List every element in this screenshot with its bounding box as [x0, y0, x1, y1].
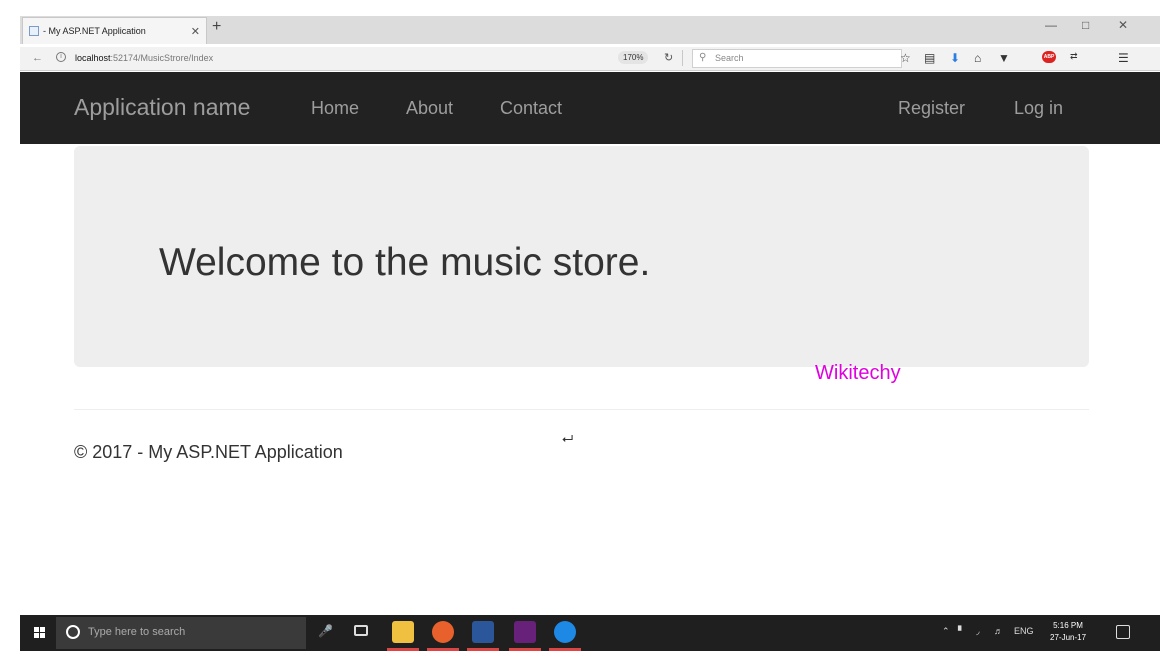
notification-center-icon[interactable] — [1116, 625, 1130, 639]
footer-copyright: © 2017 - My ASP.NET Application — [74, 442, 343, 462]
tab-close-icon[interactable]: ✕ — [191, 25, 200, 38]
browser-tab[interactable]: - My ASP.NET Application ✕ — [22, 17, 207, 44]
taskbar-search-placeholder: Type here to search — [88, 626, 186, 638]
tab-title: - My ASP.NET Application — [43, 26, 146, 36]
jumbotron: Welcome to the music store. — [74, 146, 1089, 367]
reload-icon[interactable]: ↻ — [664, 51, 673, 64]
word-icon[interactable] — [472, 621, 494, 643]
mouse-cursor-icon: ⮠ — [562, 430, 574, 446]
back-arrow-icon[interactable]: ← — [32, 52, 43, 64]
new-tab-button[interactable]: + — [212, 18, 221, 36]
browser-toolbar: ← i localhost:52174/MusicStrore/Index 17… — [20, 47, 1160, 71]
nav-home-link[interactable]: Home — [311, 98, 359, 119]
footer-divider — [74, 409, 1089, 410]
download-icon[interactable]: ⬇ — [950, 51, 960, 65]
microphone-icon[interactable]: 🎤 — [318, 624, 333, 638]
home-icon[interactable]: ⌂ — [974, 51, 981, 65]
visual-studio-icon[interactable] — [514, 621, 536, 643]
task-view-icon[interactable] — [354, 625, 368, 636]
windows-start-icon[interactable] — [34, 627, 46, 639]
toolbar-separator — [682, 50, 683, 66]
clipboard-icon[interactable]: ▤ — [924, 51, 935, 65]
visual-studio-active-indicator — [509, 648, 541, 651]
watermark-text: Wikitechy — [815, 362, 901, 384]
app-circle-icon[interactable] — [554, 621, 576, 643]
menu-hamburger-icon[interactable]: ☰ — [1118, 51, 1129, 65]
minimize-icon[interactable]: — — [1045, 18, 1057, 32]
taskbar-search-input[interactable]: Type here to search — [56, 617, 306, 649]
taskbar-clock[interactable]: 5:16 PM 27-Jun-17 — [1050, 620, 1086, 644]
language-indicator[interactable]: ENG — [1014, 626, 1034, 636]
firefox-active-indicator — [427, 648, 459, 651]
brand-link[interactable]: Application name — [74, 94, 250, 121]
file-explorer-active-indicator — [387, 648, 419, 651]
browser-search-input[interactable]: ⚲ Search — [692, 49, 902, 68]
clock-time: 5:16 PM — [1053, 621, 1083, 630]
extension-icon[interactable]: ⇄ — [1070, 51, 1078, 62]
tray-chevron-icon[interactable]: ⌃ — [942, 626, 950, 637]
register-link[interactable]: Register — [898, 98, 965, 119]
browser-search-placeholder: Search — [715, 53, 744, 63]
zoom-level-badge[interactable]: 170% — [618, 51, 649, 64]
network-icon[interactable]: ▘ — [958, 626, 965, 637]
page-favicon-icon — [29, 26, 39, 36]
file-explorer-icon[interactable] — [392, 621, 414, 643]
nav-about-link[interactable]: About — [406, 98, 453, 119]
volume-icon[interactable]: ♬ — [994, 626, 1003, 636]
adblock-icon[interactable]: ABP — [1042, 51, 1056, 63]
welcome-heading: Welcome to the music store. — [159, 241, 651, 284]
app-circle-active-indicator — [549, 648, 581, 651]
wifi-icon[interactable]: ◞ — [976, 626, 980, 637]
cortana-circle-icon — [66, 625, 80, 639]
window-close-icon[interactable]: ✕ — [1118, 18, 1128, 32]
nav-contact-link[interactable]: Contact — [500, 98, 562, 119]
maximize-icon[interactable]: □ — [1082, 18, 1089, 32]
clock-date: 27-Jun-17 — [1050, 633, 1087, 642]
app-navbar: Application name Home About Contact Regi… — [20, 72, 1160, 144]
windows-taskbar: Type here to search 🎤 ⌃ ▘ ◞ ♬ ENG 5:16 P… — [20, 615, 1160, 651]
screen: - My ASP.NET Application ✕ + — □ ✕ ← i l… — [0, 0, 1160, 660]
word-active-indicator — [467, 648, 499, 651]
search-icon: ⚲ — [699, 52, 707, 63]
browser-tab-strip: - My ASP.NET Application ✕ + — □ ✕ — [0, 0, 1160, 47]
url-host: localhost — [75, 53, 111, 63]
url-path: :52174/MusicStrore/Index — [110, 53, 214, 63]
login-link[interactable]: Log in — [1014, 98, 1063, 119]
pocket-icon[interactable]: ▼ — [998, 51, 1010, 65]
address-bar[interactable]: localhost:52174/MusicStrore/Index — [75, 53, 213, 63]
firefox-icon[interactable] — [432, 621, 454, 643]
site-info-icon[interactable]: i — [56, 52, 66, 62]
bookmark-star-icon[interactable]: ☆ — [900, 51, 911, 65]
